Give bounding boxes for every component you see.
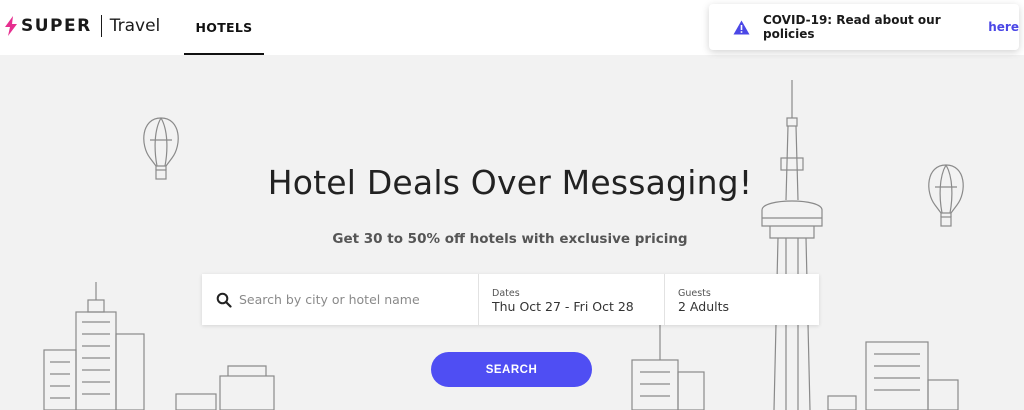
search-icon bbox=[216, 292, 232, 308]
super-travel-logo[interactable]: SUPER Travel bbox=[4, 14, 160, 38]
guests-field[interactable]: Guests 2 Adults bbox=[665, 274, 819, 325]
dates-field[interactable]: Dates Thu Oct 27 - Fri Oct 28 bbox=[479, 274, 665, 325]
logo-divider bbox=[100, 15, 102, 37]
lightning-bolt-icon bbox=[5, 16, 17, 36]
destination-placeholder: Search by city or hotel name bbox=[239, 292, 420, 307]
covid-policies-link[interactable]: here bbox=[988, 20, 1019, 34]
dates-value: Thu Oct 27 - Fri Oct 28 bbox=[492, 299, 634, 314]
building-left bbox=[43, 282, 145, 410]
covid-notice-text: COVID-19: Read about our policies bbox=[763, 13, 941, 41]
building-low-left bbox=[175, 365, 275, 410]
hero-subtitle: Get 30 to 50% off hotels with exclusive … bbox=[332, 231, 688, 247]
dates-label: Dates bbox=[492, 288, 520, 299]
tab-hotels[interactable]: HOTELS bbox=[184, 0, 264, 55]
warning-triangle-icon bbox=[733, 20, 750, 34]
guests-value: 2 Adults bbox=[678, 299, 730, 314]
tab-hotels-label: HOTELS bbox=[195, 20, 253, 35]
search-button[interactable]: SEARCH bbox=[431, 352, 592, 387]
brand-name-light: Travel bbox=[109, 16, 161, 36]
guests-label: Guests bbox=[678, 288, 711, 299]
hero-title: Hotel Deals Over Messaging! bbox=[267, 163, 753, 202]
destination-field[interactable]: Search by city or hotel name bbox=[202, 274, 479, 325]
covid-notice: COVID-19: Read about our policies here bbox=[709, 4, 1019, 50]
hotel-search-bar: Search by city or hotel name Dates Thu O… bbox=[202, 274, 819, 325]
top-nav-bar: SUPER Travel HOTELS COVID-19: Read about… bbox=[0, 0, 1024, 55]
building-right bbox=[631, 320, 959, 410]
brand-name-bold: SUPER bbox=[21, 16, 92, 36]
active-tab-indicator bbox=[184, 53, 264, 55]
